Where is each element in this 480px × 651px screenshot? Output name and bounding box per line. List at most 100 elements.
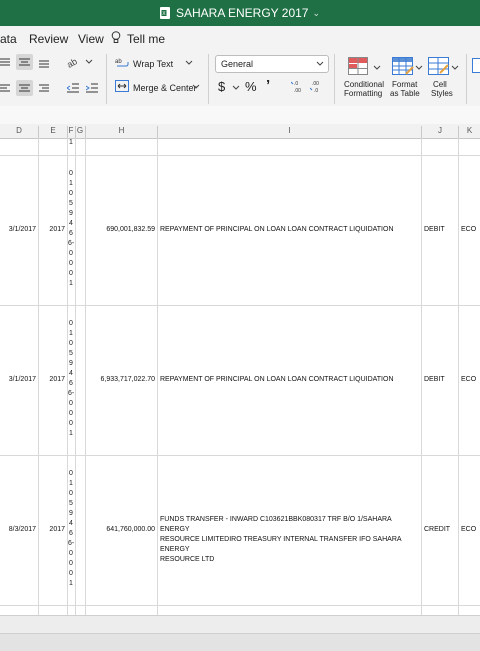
ref-char: 1 — [68, 479, 74, 489]
increase-decimal-icon[interactable]: .0 .00 — [291, 79, 305, 93]
ref-char: 0 — [68, 469, 74, 479]
svg-text:ab: ab — [66, 56, 79, 69]
ref-char: 5 — [68, 349, 74, 359]
cell-styles-button[interactable]: Cell Styles — [427, 55, 461, 101]
align-middle-button[interactable] — [16, 54, 33, 70]
cell-year[interactable]: 2017 — [39, 525, 65, 535]
cell-description[interactable]: REPAYMENT OF PRINCIPAL ON LOAN LOAN CONT… — [160, 225, 419, 235]
cell-styles-icon — [428, 57, 450, 76]
format-as-table-button[interactable]: Format as Table — [389, 55, 425, 101]
tab-review[interactable]: Review — [29, 32, 68, 46]
conditional-formatting-icon — [348, 57, 368, 75]
ribbon-divider — [208, 54, 209, 104]
chevron-down-icon — [451, 65, 459, 71]
chevron-down-icon — [415, 65, 423, 71]
column-header-h[interactable]: H — [86, 126, 157, 135]
ref-char: 9 — [68, 359, 74, 369]
cell-f-partial[interactable]: 1 — [68, 138, 74, 148]
ribbon-home: ab ab Wrap Text Merge & Center General $… — [0, 50, 480, 107]
cell-year[interactable]: 2017 — [39, 225, 65, 235]
chevron-down-icon[interactable] — [192, 84, 200, 90]
cell-description[interactable]: FUNDS TRANSFER - INWARD C103621BBK080317… — [160, 515, 419, 565]
ref-char: 5 — [68, 499, 74, 509]
align-right-icon[interactable] — [37, 82, 51, 94]
cell-amount[interactable]: 6,933,717,022.70 — [86, 375, 155, 385]
tab-view[interactable]: View — [78, 32, 104, 46]
merge-center-icon — [115, 80, 129, 92]
cell-year[interactable]: 2017 — [39, 375, 65, 385]
column-header-k[interactable]: K — [459, 126, 480, 135]
chevron-down-icon — [373, 65, 381, 71]
ribbon-divider — [466, 54, 467, 104]
cell-date[interactable]: 8/3/2017 — [0, 525, 36, 535]
title-bar: X SAHARA ENERGY 2017 ⌄ — [0, 0, 480, 26]
ref-char: 1 — [68, 579, 74, 589]
spreadsheet-grid[interactable]: 1 3/1/2017 2017 0 1 0 5 9 4 6 6- 0 0 0 1… — [0, 138, 480, 615]
chevron-down-icon[interactable]: ⌄ — [312, 8, 320, 19]
currency-icon[interactable]: $ — [218, 79, 225, 94]
ref-char: 6 — [68, 379, 74, 389]
cell-date[interactable]: 3/1/2017 — [0, 225, 36, 235]
align-center-button[interactable] — [16, 80, 33, 96]
column-header-i[interactable]: I — [158, 126, 421, 135]
cell-type[interactable]: DEBIT — [424, 375, 458, 385]
format-as-table-label-2: as Table — [390, 89, 420, 98]
cell-description[interactable]: REPAYMENT OF PRINCIPAL ON LOAN LOAN CONT… — [160, 375, 419, 385]
cell-styles-label-2: Styles — [431, 89, 453, 98]
ref-char: 0 — [68, 419, 74, 429]
percent-icon[interactable]: % — [245, 79, 257, 94]
sheet-tabs-bar[interactable] — [0, 615, 480, 634]
text-orientation-icon[interactable]: ab — [66, 55, 94, 69]
ref-char: 6 — [68, 229, 74, 239]
cell-amount[interactable]: 690,001,832.59 — [86, 225, 155, 235]
merge-center-button[interactable]: Merge & Center — [133, 83, 197, 93]
ref-char: 0 — [68, 569, 74, 579]
cell-amount[interactable]: 641,760,000.00 — [86, 525, 155, 535]
chevron-down-icon[interactable] — [185, 60, 193, 66]
ref-char: 0 — [68, 319, 74, 329]
ref-char: 0 — [68, 559, 74, 569]
column-header-d[interactable]: D — [0, 126, 38, 135]
column-headers: D E F G H I J K — [0, 124, 480, 139]
align-left-icon[interactable] — [0, 82, 12, 94]
conditional-formatting-button[interactable]: Conditional Formatting — [340, 55, 386, 101]
column-header-g[interactable]: G — [75, 126, 85, 135]
window-title: SAHARA ENERGY 2017 — [176, 6, 309, 20]
cell-date[interactable]: 3/1/2017 — [0, 375, 36, 385]
cell-k[interactable]: ECO — [461, 375, 480, 385]
lightbulb-icon — [111, 31, 121, 44]
tell-me-search[interactable]: Tell me — [127, 32, 165, 46]
cell-type[interactable]: CREDIT — [424, 525, 458, 535]
insert-cells-icon[interactable] — [472, 56, 480, 76]
wrap-text-icon: ab — [115, 57, 129, 69]
svg-text:.0: .0 — [294, 81, 298, 87]
decrease-indent-icon[interactable] — [67, 82, 79, 94]
description-line: FUNDS TRANSFER - INWARD C103621BBK080317… — [160, 515, 419, 535]
ref-char: 0 — [68, 249, 74, 259]
ref-char: 0 — [68, 409, 74, 419]
tab-data[interactable]: ata — [0, 32, 17, 46]
ref-char: 1 — [68, 279, 74, 289]
align-top-icon[interactable] — [0, 56, 12, 68]
cell-k[interactable]: ECO — [461, 225, 480, 235]
ref-char: 6- — [68, 239, 74, 249]
excel-file-icon: X — [160, 7, 170, 19]
wrap-text-button[interactable]: Wrap Text — [133, 59, 173, 69]
number-format-value: General — [221, 59, 253, 69]
column-header-j[interactable]: J — [422, 126, 458, 135]
increase-indent-icon[interactable] — [86, 82, 98, 94]
ref-char: 4 — [68, 519, 74, 529]
formula-bar[interactable] — [0, 106, 480, 125]
ref-char: 0 — [68, 269, 74, 279]
cell-type[interactable]: DEBIT — [424, 225, 458, 235]
chevron-down-icon[interactable] — [232, 85, 240, 91]
decrease-decimal-icon[interactable]: .00 .0 — [310, 79, 324, 93]
number-format-dropdown[interactable]: General — [215, 55, 329, 73]
ref-char: 0 — [68, 189, 74, 199]
column-header-f[interactable]: F — [67, 126, 75, 135]
comma-style-icon[interactable]: ’ — [266, 77, 270, 94]
ref-char: 6 — [68, 529, 74, 539]
column-header-e[interactable]: E — [39, 126, 67, 135]
cell-k[interactable]: ECO — [461, 525, 480, 535]
align-bottom-icon[interactable] — [37, 56, 51, 68]
